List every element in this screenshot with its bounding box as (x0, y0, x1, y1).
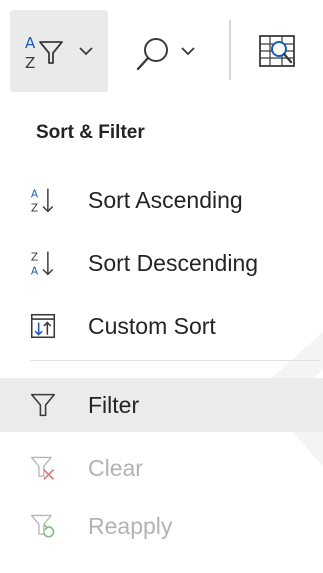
ribbon-toolbar: A Z (0, 0, 323, 100)
toolbar-separator (229, 20, 231, 80)
clear-filter-icon (30, 450, 56, 486)
find-select-dropdown-button[interactable] (120, 10, 220, 92)
menu-item-label: Custom Sort (88, 312, 216, 339)
analyze-data-icon (258, 34, 298, 75)
menu-item-label: Clear (88, 454, 143, 481)
svg-text:Z: Z (31, 202, 38, 214)
custom-sort-menu-item[interactable]: Custom Sort (0, 298, 323, 354)
sort-ascending-menu-item[interactable]: A Z Sort Ascending (0, 172, 323, 228)
svg-text:A: A (25, 34, 36, 52)
menu-item-label: Sort Descending (88, 249, 259, 276)
filter-icon (30, 387, 56, 423)
chevron-down-icon (180, 44, 196, 62)
svg-text:Z: Z (31, 252, 38, 264)
menu-section-title: Sort & Filter (36, 122, 145, 143)
sort-ascending-icon: A Z (30, 182, 56, 218)
reapply-filter-icon (30, 508, 56, 544)
clear-menu-item[interactable]: Clear (0, 440, 323, 496)
search-icon (134, 36, 172, 77)
menu-item-label: Sort Ascending (88, 186, 243, 213)
menu-item-label: Filter (88, 391, 140, 418)
svg-text:A: A (31, 265, 39, 277)
svg-text:A: A (31, 189, 39, 201)
menu-item-label: Reapply (88, 512, 173, 539)
svg-text:Z: Z (25, 54, 35, 72)
sort-filter-icon: A Z (24, 32, 68, 77)
menu-divider (30, 360, 320, 361)
reapply-menu-item[interactable]: Reapply (0, 498, 323, 554)
custom-sort-icon (30, 308, 56, 344)
sort-filter-dropdown-button[interactable]: A Z (10, 10, 108, 92)
chevron-down-icon (78, 44, 94, 62)
filter-menu-item[interactable]: Filter (0, 378, 323, 432)
sort-descending-icon: Z A (30, 245, 56, 281)
sort-descending-menu-item[interactable]: Z A Sort Descending (0, 235, 323, 291)
analyze-data-button[interactable] (248, 20, 310, 82)
